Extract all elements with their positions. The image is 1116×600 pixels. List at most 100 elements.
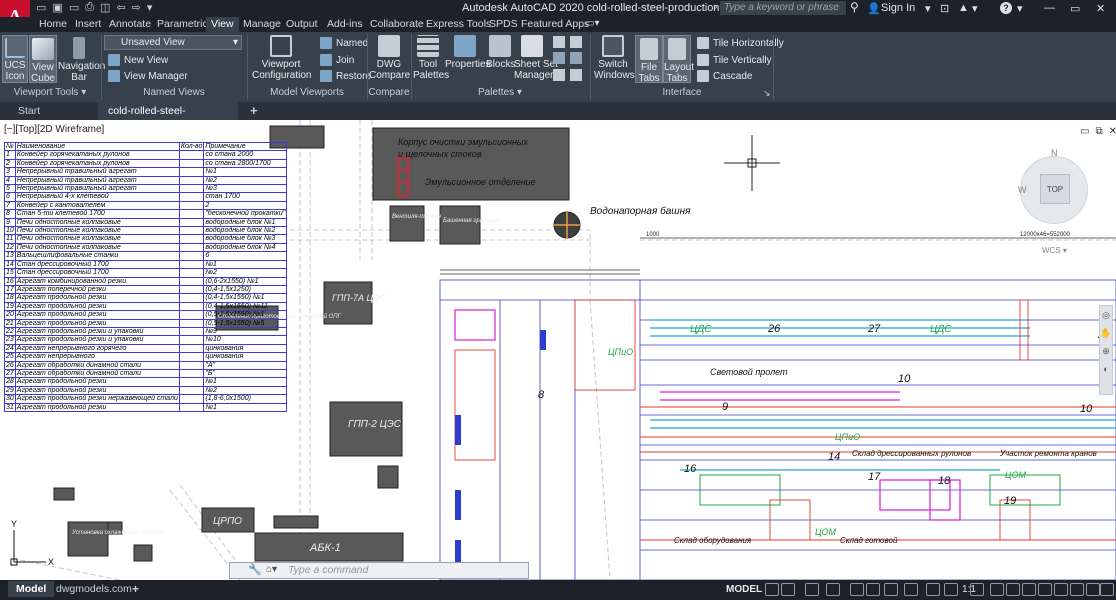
named-view-dropdown[interactable]: Unsaved View ▾ xyxy=(104,35,242,50)
quick-access-item-4[interactable]: ◫ xyxy=(100,1,110,14)
sign-in-button[interactable]: Sign In xyxy=(881,2,915,14)
tile-vertically-button[interactable]: Tile Vertically xyxy=(697,54,772,66)
cascade-button[interactable]: Cascade xyxy=(697,70,752,82)
ortho-mode-icon[interactable] xyxy=(805,583,819,596)
polar-tracking-icon[interactable] xyxy=(826,583,840,596)
cart-icon[interactable]: ⊡ xyxy=(940,2,949,15)
isolate-objects-icon[interactable] xyxy=(1100,583,1114,596)
share-dropdown-icon[interactable]: ▾ xyxy=(972,2,978,15)
ribbon-tab-view[interactable]: View xyxy=(206,17,239,32)
start-tab[interactable]: Start xyxy=(8,102,50,120)
blocks-button[interactable]: Blocks xyxy=(486,35,515,83)
selection-cycling-icon[interactable] xyxy=(944,583,958,596)
quick-properties-icon[interactable] xyxy=(1070,583,1084,596)
quick-access-item-3[interactable]: ⎙ xyxy=(85,1,94,14)
auto-scale-icon[interactable] xyxy=(1006,583,1020,596)
lineweight-icon[interactable] xyxy=(904,583,918,596)
restore-viewports-button[interactable]: Restore xyxy=(320,70,371,82)
panel-launcher-icon[interactable]: ↘ xyxy=(763,88,771,99)
palette-icon-5[interactable] xyxy=(553,69,565,81)
join-viewports-button[interactable]: Join xyxy=(320,54,354,66)
share-icon[interactable]: ▲ xyxy=(958,2,969,14)
quick-access-item-6[interactable]: ⇨ xyxy=(132,1,141,14)
wrench-icon[interactable]: 🔧 xyxy=(248,563,262,576)
viewport-configuration-button[interactable]: Viewport Configuration xyxy=(252,35,311,83)
tool-palettes-button[interactable]: Tool Palettes xyxy=(413,35,449,83)
maximize-button[interactable]: ▭ xyxy=(1070,2,1080,15)
isodraft-icon[interactable] xyxy=(850,583,864,596)
lock-ui-icon[interactable] xyxy=(1086,583,1100,596)
ribbon-tab-parametric[interactable]: Parametric xyxy=(152,17,213,32)
annotation-visibility-icon[interactable] xyxy=(990,583,1004,596)
navigation-bar-button[interactable]: Navigation Bar xyxy=(58,35,105,83)
viewport-restore-icon[interactable]: ⧉ xyxy=(1095,126,1102,137)
add-layout-button[interactable]: + xyxy=(124,581,147,597)
grid-display-icon[interactable] xyxy=(765,583,779,596)
object-snap-tracking-icon[interactable] xyxy=(866,583,880,596)
quick-access-item-0[interactable]: ▭ xyxy=(36,1,46,14)
drawing-file-tab[interactable]: cold-rolled-steel-production* × xyxy=(98,102,238,135)
ribbon-tab-insert[interactable]: Insert xyxy=(70,17,106,32)
command-input[interactable]: Type a command xyxy=(288,564,368,576)
tile-horizontally-button[interactable]: Tile Horizontally xyxy=(697,37,784,49)
orbit-icon[interactable]: ◐ xyxy=(1100,364,1112,378)
help-icon[interactable]: ? xyxy=(1000,2,1012,14)
ribbon-tab-featured-apps[interactable]: Featured Apps xyxy=(516,17,594,32)
dwg-compare-button[interactable]: DWG Compare xyxy=(369,35,410,83)
viewcube-top-face[interactable]: TOP xyxy=(1040,174,1070,204)
help-dropdown-icon[interactable]: ▾ xyxy=(1017,2,1023,15)
ucs-icon-button[interactable]: UCS Icon xyxy=(2,35,28,83)
close-button[interactable]: ✕ xyxy=(1096,2,1105,15)
compass-west-label[interactable]: W xyxy=(1018,185,1027,195)
new-view-button[interactable]: New View xyxy=(108,54,168,66)
ribbon-tab-home[interactable]: Home xyxy=(34,17,72,32)
wcs-dropdown[interactable]: WCS ▾ xyxy=(1042,246,1067,255)
viewport-tools-panel-label[interactable]: Viewport Tools ▾ xyxy=(0,87,100,101)
palette-icon-2[interactable] xyxy=(570,36,582,48)
palette-icon-6[interactable] xyxy=(570,69,582,81)
drawing-viewport[interactable]: 1000 12000х46=552000 Корпус очистки эмул… xyxy=(0,120,1116,580)
model-space-toggle[interactable]: MODEL xyxy=(726,584,762,595)
properties-button[interactable]: Properties xyxy=(445,35,491,83)
viewport-minimize-icon[interactable]: ▭ xyxy=(1080,126,1089,137)
quick-access-item-5[interactable]: ⇦ xyxy=(116,1,125,14)
quick-access-item-1[interactable]: ▣ xyxy=(52,1,62,14)
viewport-controls-label[interactable]: [−][Top][2D Wireframe] xyxy=(4,124,104,135)
binoculars-icon[interactable]: ⚲ xyxy=(850,0,859,14)
named-viewports-button[interactable]: Named xyxy=(320,37,368,49)
ribbon-tab-output[interactable]: Output xyxy=(281,17,323,32)
quick-access-item-2[interactable]: ▭ xyxy=(69,1,79,14)
zoom-extents-icon[interactable]: ⊕ xyxy=(1100,346,1112,360)
view-manager-button[interactable]: View Manager xyxy=(108,70,188,82)
pan-icon[interactable]: ✋ xyxy=(1100,328,1112,342)
compass-north-label[interactable]: N xyxy=(1051,148,1058,158)
palette-icon-3[interactable] xyxy=(553,52,565,64)
search-chevron-icon[interactable]: › xyxy=(714,1,718,13)
minimize-button[interactable]: — xyxy=(1044,2,1055,14)
transparency-icon[interactable] xyxy=(926,583,940,596)
recent-commands-icon[interactable]: ⌂▾ xyxy=(266,564,277,575)
workspace-switch-icon[interactable] xyxy=(1022,583,1036,596)
quick-access-item-7[interactable]: ▾ xyxy=(147,1,153,14)
annotation-monitor-icon[interactable] xyxy=(1038,583,1052,596)
ribbon-tab-annotate[interactable]: Annotate xyxy=(104,17,156,32)
full-navigation-wheel-icon[interactable]: ◎ xyxy=(1100,310,1112,324)
object-snap-icon[interactable] xyxy=(884,583,898,596)
file-tabs-button[interactable]: File Tabs xyxy=(635,35,663,84)
sheet-set-manager-button[interactable]: Sheet Set Manager xyxy=(514,35,558,83)
ribbon-tab-manage[interactable]: Manage xyxy=(238,17,286,32)
palette-icon-1[interactable] xyxy=(553,36,565,48)
new-tab-button[interactable]: + xyxy=(240,102,268,120)
viewcube[interactable]: N W TOP WCS ▾ xyxy=(1018,148,1090,255)
ribbon-tab-collaborate[interactable]: Collaborate xyxy=(365,17,429,32)
sign-in-dropdown-icon[interactable]: ▾ xyxy=(925,2,931,15)
layout-tabs-button[interactable]: Layout Tabs xyxy=(663,35,694,84)
help-search-input[interactable]: Type a keyword or phrase xyxy=(720,1,846,15)
units-icon[interactable] xyxy=(1054,583,1068,596)
view-cube-button[interactable]: View Cube xyxy=(29,35,57,84)
viewport-close-icon[interactable]: ✕ xyxy=(1109,126,1116,137)
palette-icon-4[interactable] xyxy=(570,52,582,64)
annotation-scale[interactable]: 1:1 xyxy=(962,584,976,595)
ribbon-tab-add-ins[interactable]: Add-ins xyxy=(322,17,368,32)
palettes-panel-label[interactable]: Palettes ▾ xyxy=(412,87,588,101)
